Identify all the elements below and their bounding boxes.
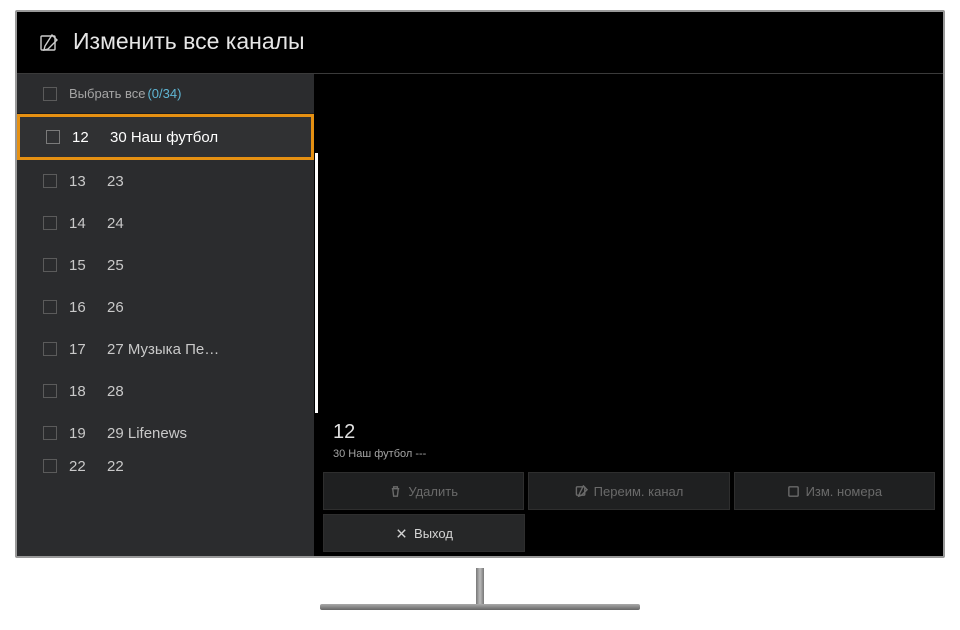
channel-number: 16 [69,299,107,316]
checkbox-icon [43,384,57,398]
channel-name: 27 Музыка Пе… [107,341,294,358]
channel-list: 12 30 Наш футбол 13 23 14 24 [17,114,314,556]
checkbox-icon [43,216,57,230]
trash-icon [389,485,402,498]
channel-name: 24 [107,215,294,232]
number-icon [787,485,800,498]
channel-row[interactable]: 12 30 Наш футбол [17,114,314,160]
title-bar: Изменить все каналы [17,12,943,74]
channel-name: 26 [107,299,294,316]
channel-row[interactable]: 13 23 [17,160,314,202]
renumber-button[interactable]: Изм. номера [734,472,935,510]
checkbox-icon [43,87,57,101]
select-all-count: (0/34) [147,86,181,101]
channel-number: 19 [69,425,107,442]
channel-row[interactable]: 17 27 Музыка Пе… [17,328,314,370]
channel-name: 23 [107,173,294,190]
checkbox-icon [43,174,57,188]
channel-row[interactable]: 19 29 Lifenews [17,412,314,454]
select-all-label: Выбрать все [69,86,145,101]
detail-name: 30 Наш футбол --- [333,448,925,460]
checkbox-icon [43,300,57,314]
channel-number: 17 [69,341,107,358]
channel-detail: 12 30 Наш футбол --- [315,413,943,464]
checkbox-icon [46,130,60,144]
page-title: Изменить все каналы [73,28,305,55]
rename-label: Переим. канал [594,484,684,499]
channel-row[interactable]: 16 26 [17,286,314,328]
renumber-label: Изм. номера [806,484,883,499]
checkbox-icon [43,258,57,272]
channel-number: 22 [69,458,107,475]
channel-row[interactable]: 14 24 [17,202,314,244]
action-buttons: Удалить Переим. канал Изм. номера [315,464,943,556]
channel-name: 30 Наш футбол [110,129,291,146]
exit-label: Выход [414,526,453,541]
channel-number: 18 [69,383,107,400]
delete-button[interactable]: Удалить [323,472,524,510]
preview-edge [315,153,318,413]
preview-area [315,74,943,413]
channel-number: 12 [72,129,110,146]
channel-number: 15 [69,257,107,274]
rename-button[interactable]: Переим. канал [528,472,729,510]
checkbox-icon [43,459,57,473]
channel-name: 29 Lifenews [107,425,294,442]
channel-sidebar: Выбрать все (0/34) 12 30 Наш футбол 13 2… [17,74,315,556]
channel-number: 14 [69,215,107,232]
delete-label: Удалить [408,484,458,499]
channel-number: 13 [69,173,107,190]
edit-icon [39,33,59,53]
select-all-row[interactable]: Выбрать все (0/34) [17,74,314,114]
channel-row[interactable]: 18 28 [17,370,314,412]
channel-name: 28 [107,383,294,400]
channel-row[interactable]: 15 25 [17,244,314,286]
checkbox-icon [43,426,57,440]
channel-name: 22 [107,458,294,475]
edit-small-icon [575,485,588,498]
close-icon [395,527,408,540]
channel-row[interactable]: 22 22 [17,454,314,478]
exit-button[interactable]: Выход [323,514,525,552]
channel-name: 25 [107,257,294,274]
checkbox-icon [43,342,57,356]
detail-number: 12 [333,421,925,444]
main-panel: 12 30 Наш футбол --- Удалить Пер [315,74,943,556]
